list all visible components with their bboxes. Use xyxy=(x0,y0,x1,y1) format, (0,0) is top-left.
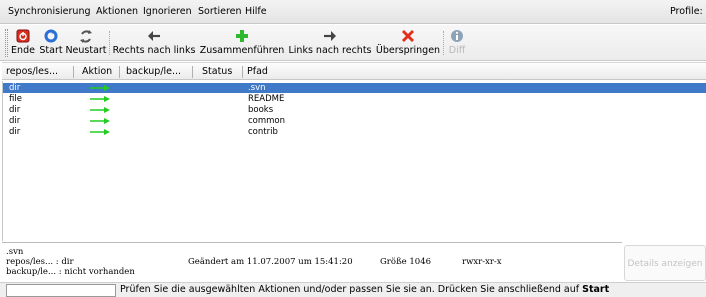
right-to-left-button[interactable]: Rechts nach links xyxy=(110,28,198,56)
column-header-status[interactable]: Status xyxy=(202,66,232,77)
menu-ignorieren[interactable]: Ignorieren xyxy=(143,6,192,17)
skip-label: Überspringen xyxy=(375,45,441,56)
quit-button[interactable]: Ende xyxy=(11,28,35,56)
quit-label: Ende xyxy=(11,45,35,56)
path-cell: README xyxy=(248,94,285,104)
profile-label: Profile: xyxy=(670,6,703,17)
column-header-left[interactable]: repos/les... xyxy=(6,66,58,77)
path-cell: common xyxy=(248,116,286,126)
file-list[interactable]: dir .svn file README dir books dir commo… xyxy=(2,81,706,241)
start-icon xyxy=(44,29,58,43)
toolbar-separator xyxy=(443,31,444,55)
left-type: dir xyxy=(9,127,21,137)
details-pane: .svn repos/les... : dir backup/le... : n… xyxy=(2,242,622,282)
status-start-word: Start xyxy=(582,284,610,295)
right-arrow-icon xyxy=(90,85,110,91)
show-details-button[interactable]: Details anzeigen xyxy=(624,245,706,281)
right-to-left-label: Rechts nach links xyxy=(112,45,196,56)
diff-icon xyxy=(451,30,463,42)
merge-button[interactable]: Zusammenführen xyxy=(198,28,286,56)
status-message: Prüfen Sie die ausgewählten Aktionen und… xyxy=(120,284,580,295)
column-header-path[interactable]: Pfad xyxy=(247,66,268,77)
diff-label: Diff xyxy=(448,45,466,56)
path-cell: books xyxy=(248,105,274,115)
details-size: Größe 1046 xyxy=(380,257,432,267)
details-path: .svn xyxy=(6,247,24,257)
skip-icon xyxy=(401,29,415,43)
status-input[interactable] xyxy=(6,284,116,297)
menu-hilfe[interactable]: Hilfe xyxy=(245,6,267,17)
statusbar: Prüfen Sie die ausgewählten Aktionen und… xyxy=(0,282,706,297)
restart-icon xyxy=(80,30,92,43)
menubar: Synchronisierung Aktionen Ignorieren Sor… xyxy=(0,0,706,24)
column-divider[interactable] xyxy=(73,66,74,78)
start-label: Start xyxy=(39,45,63,56)
left-type: dir xyxy=(9,83,21,93)
column-divider[interactable] xyxy=(242,66,243,78)
merge-label: Zusammenführen xyxy=(199,45,285,56)
right-arrow-icon xyxy=(90,107,110,113)
details-right-line: backup/le... : nicht vorhanden xyxy=(6,267,135,277)
list-item[interactable]: file README xyxy=(3,94,706,104)
left-type: dir xyxy=(9,105,21,115)
skip-button[interactable]: Überspringen xyxy=(375,28,441,56)
left-type: file xyxy=(9,94,22,104)
details-permissions: rwxr-xr-x xyxy=(462,257,502,267)
list-item[interactable]: dir .svn xyxy=(3,83,706,93)
column-divider[interactable] xyxy=(192,66,193,78)
restart-label: Neustart xyxy=(65,45,107,56)
menu-synchronisierung[interactable]: Synchronisierung xyxy=(8,6,91,17)
start-button[interactable]: Start xyxy=(39,28,63,56)
arrow-right-icon xyxy=(324,31,336,41)
toolbar: Ende Start Neustart Rechts nach links Zu… xyxy=(0,25,706,61)
path-cell: .svn xyxy=(248,83,266,93)
arrow-left-icon xyxy=(148,31,160,41)
menu-sortieren[interactable]: Sortieren xyxy=(198,6,242,17)
list-item[interactable]: dir common xyxy=(3,116,706,126)
details-left-line: repos/les... : dir xyxy=(6,257,74,267)
toolbar-grip[interactable] xyxy=(5,29,8,57)
menu-aktionen[interactable]: Aktionen xyxy=(96,6,138,17)
list-item[interactable]: dir contrib xyxy=(3,127,706,137)
column-header-action[interactable]: Aktion xyxy=(82,66,112,77)
right-arrow-icon xyxy=(90,129,110,135)
left-to-right-button[interactable]: Links nach rechts xyxy=(286,28,374,56)
quit-icon xyxy=(16,29,30,43)
restart-button[interactable]: Neustart xyxy=(64,28,108,56)
left-type: dir xyxy=(9,116,21,126)
merge-icon xyxy=(236,30,248,42)
column-header-right[interactable]: backup/le... xyxy=(126,66,181,77)
path-cell: contrib xyxy=(248,127,278,137)
right-arrow-icon xyxy=(90,118,110,124)
left-to-right-label: Links nach rechts xyxy=(288,45,372,56)
details-changed: Geändert am 11.07.2007 um 15:41:20 xyxy=(188,257,353,267)
right-arrow-icon xyxy=(90,96,110,102)
diff-button[interactable]: Diff xyxy=(446,28,468,56)
list-item[interactable]: dir books xyxy=(3,105,706,115)
column-divider[interactable] xyxy=(119,66,120,78)
column-header: repos/les... Aktion backup/le... Status … xyxy=(2,62,706,80)
status-text: Prüfen Sie die ausgewählten Aktionen und… xyxy=(120,284,609,295)
